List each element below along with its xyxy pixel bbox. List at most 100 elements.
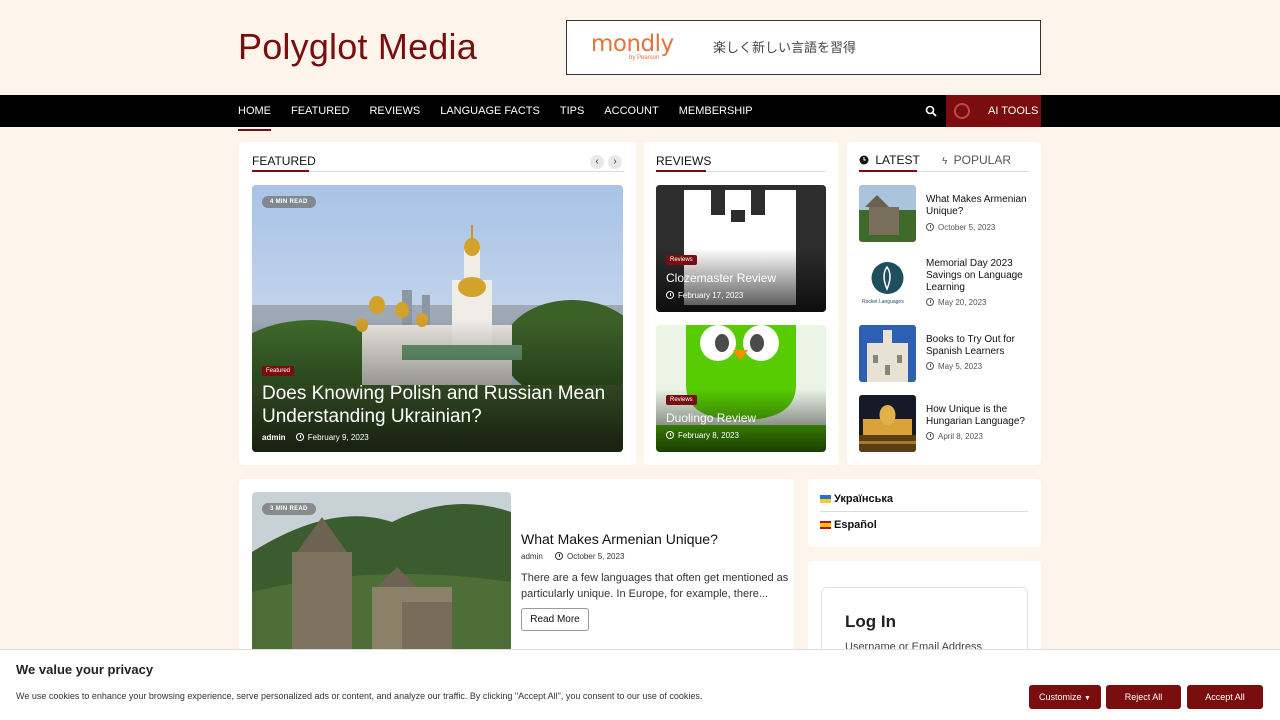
- ai-tools-label: AI TOOLS: [988, 105, 1039, 117]
- author-link[interactable]: admin: [262, 433, 286, 442]
- tab-latest[interactable]: LATEST: [859, 153, 920, 167]
- review-title[interactable]: Clozemaster Review: [666, 271, 776, 285]
- accept-all-button[interactable]: Accept All: [1187, 685, 1263, 709]
- heading-underline: [859, 170, 917, 172]
- category-badge[interactable]: Reviews: [666, 255, 697, 265]
- cookie-title: We value your privacy: [16, 662, 154, 677]
- clock-icon: [926, 362, 934, 370]
- clock-icon: [555, 552, 564, 560]
- featured-title[interactable]: Does Knowing Polish and Russian Mean Und…: [262, 382, 605, 428]
- post-title-line: Unique?: [926, 206, 964, 217]
- article-excerpt: There are a few languages that often get…: [521, 570, 788, 602]
- cookie-banner: We value your privacy We use cookies to …: [0, 649, 1280, 720]
- nav-item-reviews[interactable]: REVIEWS: [369, 95, 420, 127]
- review-card[interactable]: Reviews Clozemaster Review February 17, …: [656, 185, 826, 312]
- reviews-heading: REVIEWS: [656, 154, 712, 168]
- post-thumbnail: Rocket Languages: [859, 255, 916, 312]
- post-date: October 5, 2023: [926, 223, 995, 232]
- ad-brand-sub: by Pearson: [629, 55, 660, 61]
- article-excerpt-line: particularly unique. In Europe, for exam…: [521, 588, 769, 600]
- author-link[interactable]: admin: [521, 552, 543, 561]
- clock-icon: [666, 291, 674, 299]
- article-excerpt-line: There are a few languages that often get…: [521, 572, 789, 584]
- post-title-line: Learning: [926, 282, 965, 293]
- post-title[interactable]: Memorial Day 2023 Savings on Language Lear…: [926, 258, 1023, 294]
- post-title[interactable]: Books to Try Out for Spanish Learners: [926, 334, 1015, 358]
- clock-icon: [666, 431, 674, 439]
- post-date: February 9, 2023: [307, 433, 369, 442]
- clock-icon: [295, 433, 304, 441]
- ad-text: 楽しく新しい言語を習得: [713, 41, 857, 56]
- post-title-line: Hungarian Language?: [926, 416, 1025, 427]
- post-meta: February 17, 2023: [666, 291, 743, 300]
- ai-tools-button[interactable]: AI TOOLS: [946, 95, 1041, 127]
- bolt-icon: ϟ: [942, 156, 948, 167]
- category-badge[interactable]: Featured: [262, 366, 295, 376]
- language-switcher: Українська Español: [808, 479, 1041, 547]
- review-title[interactable]: Duolingo Review: [666, 411, 756, 425]
- rocket-languages-logo: Rocket Languages: [862, 299, 904, 305]
- nav-item-home[interactable]: HOME: [238, 95, 271, 131]
- featured-heading: FEATURED: [252, 154, 316, 168]
- nav-item-language-facts[interactable]: LANGUAGE FACTS: [440, 95, 540, 127]
- category-badge[interactable]: Reviews: [666, 395, 697, 405]
- post-date: October 5, 2023: [567, 552, 625, 561]
- nav-item-membership[interactable]: MEMBERSHIP: [679, 95, 753, 127]
- reject-all-button[interactable]: Reject All: [1106, 685, 1181, 709]
- nav-item-account[interactable]: ACCOUNT: [604, 95, 658, 127]
- post-thumbnail: [859, 325, 916, 382]
- featured-title-line: Does Knowing Polish and Russian Mean: [262, 383, 606, 404]
- article-image[interactable]: 3 MIN READ: [252, 492, 511, 672]
- post-title-line: How Unique is the: [926, 404, 1008, 415]
- clock-icon: [859, 155, 869, 165]
- list-item[interactable]: Books to Try Out for Spanish Learners May…: [859, 325, 1029, 382]
- post-title[interactable]: What Makes Armenian Unique?: [926, 194, 1027, 218]
- main-nav: HOME FEATURED REVIEWS LANGUAGE FACTS TIP…: [0, 95, 1280, 131]
- featured-image[interactable]: 4 MIN READ Featured Does Knowing Polish …: [252, 185, 623, 452]
- post-date-text: May 20, 2023: [938, 298, 987, 307]
- featured-title-line: Understanding Ukrainian?: [262, 406, 482, 427]
- customize-label: Customize: [1039, 692, 1082, 702]
- chevron-left-icon[interactable]: ‹: [590, 155, 604, 169]
- site-header: Polyglot Media mondly by Pearson 楽しく新しい言…: [0, 0, 1280, 95]
- post-date: February 17, 2023: [678, 291, 744, 300]
- article-title[interactable]: What Makes Armenian Unique?: [521, 531, 718, 547]
- search-icon[interactable]: [925, 105, 937, 117]
- heading-underline: [252, 170, 309, 172]
- list-item[interactable]: What Makes Armenian Unique? October 5, 20…: [859, 185, 1029, 242]
- clock-icon: [926, 432, 934, 440]
- post-meta: admin February 9, 2023: [262, 433, 369, 442]
- language-option-uk[interactable]: Українська: [820, 493, 893, 505]
- divider: [820, 511, 1028, 512]
- clock-icon: [926, 223, 934, 231]
- site-title[interactable]: Polyglot Media: [238, 26, 477, 68]
- latest-popular-widget: LATEST ϟ POPULAR What Makes Armenian Uniq…: [847, 142, 1041, 465]
- ad-banner[interactable]: mondly by Pearson 楽しく新しい言語を習得: [566, 20, 1041, 75]
- cookie-text: We use cookies to enhance your browsing …: [16, 691, 703, 701]
- post-title-line: Memorial Day 2023: [926, 258, 1013, 269]
- post-title[interactable]: How Unique is the Hungarian Language?: [926, 404, 1025, 428]
- review-card[interactable]: Reviews Duolingo Review February 8, 2023: [656, 325, 826, 452]
- language-label: Українська: [834, 493, 894, 505]
- post-date-text: May 5, 2023: [938, 362, 983, 371]
- reviews-section: REVIEWS Reviews Clozemaster Review Febru…: [644, 142, 839, 465]
- chevron-right-icon[interactable]: ›: [608, 155, 622, 169]
- nav-item-tips[interactable]: TIPS: [560, 95, 584, 127]
- list-item[interactable]: How Unique is the Hungarian Language? Apr…: [859, 395, 1029, 452]
- list-item[interactable]: Rocket Languages Memorial Day 2023 Saving…: [859, 255, 1029, 312]
- post-thumbnail: [859, 185, 916, 242]
- post-date-text: April 8, 2023: [938, 432, 983, 441]
- post-date: February 8, 2023: [678, 431, 739, 440]
- language-option-es[interactable]: Español: [820, 519, 877, 531]
- post-date: May 20, 2023: [926, 298, 986, 307]
- clock-icon: [926, 298, 934, 306]
- nav-item-featured[interactable]: FEATURED: [291, 95, 349, 127]
- tab-popular[interactable]: ϟ POPULAR: [942, 153, 1011, 167]
- post-title-line: Spanish Learners: [926, 346, 1005, 357]
- read-more-button[interactable]: Read More: [521, 608, 589, 631]
- heading-underline: [656, 170, 706, 172]
- read-time-badge: 4 MIN READ: [262, 196, 316, 208]
- ai-tools-icon: [954, 103, 970, 119]
- customize-button[interactable]: Customize ▼: [1029, 685, 1101, 709]
- post-title-line: What Makes Armenian: [926, 194, 1027, 205]
